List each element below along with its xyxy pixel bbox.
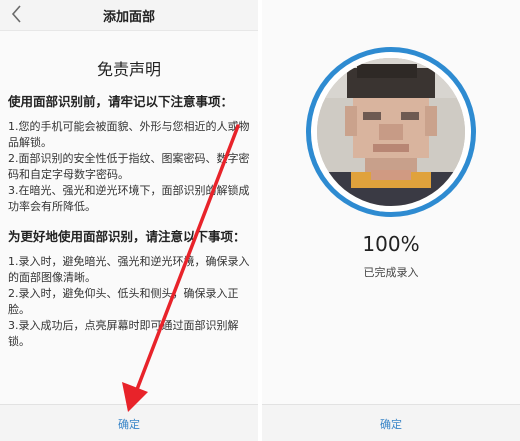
bottom-bar: 确定 — [262, 404, 520, 441]
bottom-bar: 确定 — [0, 404, 258, 441]
section2-item: 1.录入时，避免暗光、强光和逆光环境，确保录入的面部图像清晰。 — [8, 255, 250, 284]
section1-item: 1.您的手机可能会被面貌、外形与您相近的人或物品解锁。 — [8, 120, 250, 149]
disclaimer-content: 免责声明 使用面部识别前，请牢记以下注意事项： 1.您的手机可能会被面貌、外形与… — [8, 62, 250, 350]
disclaimer-panel: 添加面部 免责声明 使用面部识别前，请牢记以下注意事项： 1.您的手机可能会被面… — [0, 0, 258, 441]
section2-heading: 为更好地使用面部识别，请注意以下事项： — [8, 229, 246, 244]
confirm-button[interactable]: 确定 — [0, 416, 258, 432]
confirm-button[interactable]: 确定 — [262, 416, 520, 432]
section1-item: 3.在暗光、强光和逆光环境下，面部识别的解锁成功率会有所降低。 — [8, 184, 250, 213]
title-bar: 添加面部 — [0, 0, 258, 31]
face-preview — [317, 58, 465, 206]
progress-ring — [306, 47, 476, 217]
section1-heading: 使用面部识别前，请牢记以下注意事项： — [8, 94, 234, 109]
section1-item: 2.面部识别的安全性低于指纹、图案密码、数字密码和自定字母数字密码。 — [8, 152, 250, 181]
enrollment-panel: 100% 已完成录入 确定 — [262, 0, 520, 441]
section2-item: 2.录入时，避免仰头、低头和侧头，确保录入正脸。 — [8, 287, 239, 316]
section2-item: 3.录入成功后，点亮屏幕时即可通过面部识别解锁。 — [8, 319, 239, 348]
disclaimer-heading: 免责声明 — [96, 60, 161, 79]
progress-percent: 100% — [362, 232, 420, 256]
page-title: 添加面部 — [102, 10, 155, 25]
pixelated-face-image — [317, 58, 465, 206]
enrollment-status: 已完成录入 — [363, 266, 419, 279]
